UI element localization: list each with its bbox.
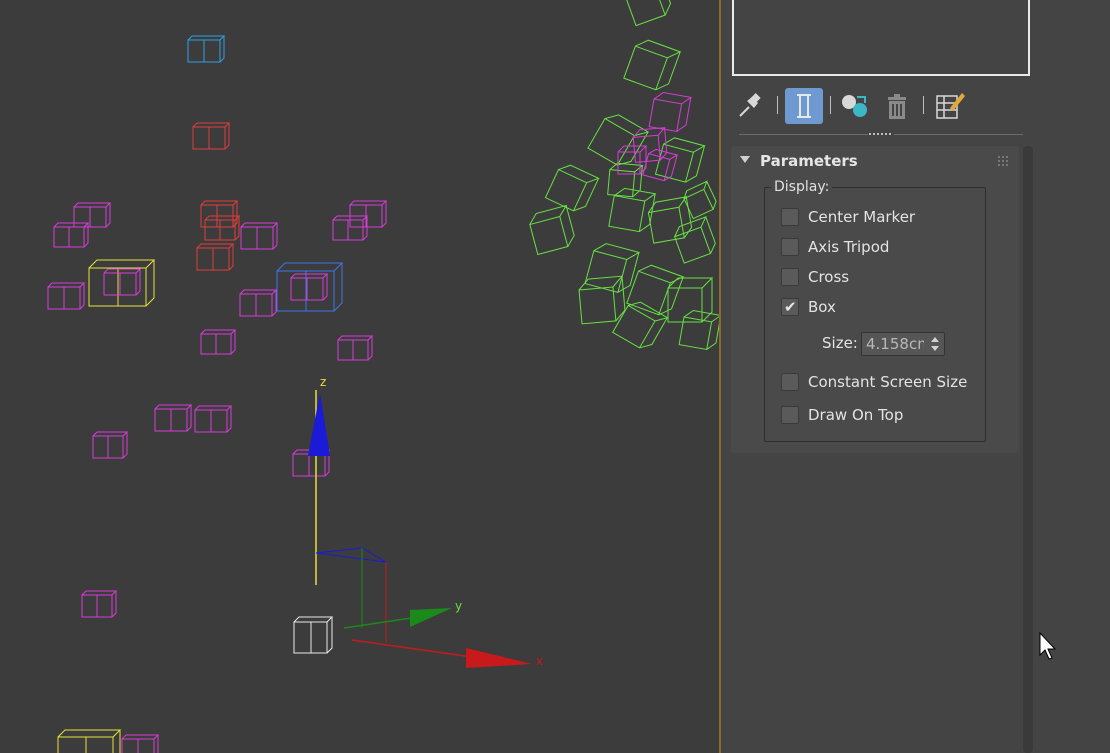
- box-checkbox[interactable]: ✔: [781, 298, 799, 316]
- draw-on-top-label: Draw On Top: [808, 406, 904, 424]
- constant-screen-size-checkbox[interactable]: [781, 373, 799, 391]
- parameters-rollout: Parameters Display: Center Marker Axis T…: [731, 146, 1019, 453]
- z-axis-label: z: [320, 375, 326, 389]
- size-label: Size:: [822, 334, 858, 352]
- cross-label: Cross: [808, 268, 850, 286]
- configure-modifier-sets-button[interactable]: [930, 88, 968, 124]
- pin-stack-icon: [739, 93, 761, 117]
- panel-splitter-handle[interactable]: [868, 130, 894, 138]
- center-marker-label: Center Marker: [808, 208, 916, 226]
- rollout-title[interactable]: Parameters: [760, 152, 858, 170]
- make-unique-icon: [842, 95, 867, 117]
- display-group: Display: Center Marker Axis Tripod Cross…: [764, 179, 986, 442]
- modifier-list-box[interactable]: [732, 0, 1030, 76]
- spinner-down-icon[interactable]: [931, 346, 939, 351]
- y-axis-arrow[interactable]: [410, 608, 452, 627]
- z-axis-arrow[interactable]: [308, 393, 330, 456]
- pin-stack-button[interactable]: [732, 88, 770, 124]
- cross-checkbox[interactable]: [781, 268, 799, 286]
- y-axis-label: y: [455, 599, 462, 613]
- toolbar-separator: [923, 96, 924, 114]
- rollout-collapse-icon[interactable]: [740, 156, 750, 163]
- configure-modifier-sets-icon: [936, 93, 965, 119]
- remove-modifier-button[interactable]: [878, 88, 916, 124]
- axis-tripod-checkbox[interactable]: [781, 238, 799, 256]
- x-axis-line: [351, 639, 473, 658]
- x-axis-arrow[interactable]: [466, 648, 532, 668]
- x-axis-label: x: [536, 654, 543, 668]
- trash-icon: [888, 94, 906, 119]
- display-group-label: Display:: [771, 179, 833, 195]
- draw-on-top-checkbox[interactable]: [781, 406, 799, 424]
- size-spinner[interactable]: 4.158cm: [861, 332, 945, 356]
- axis-tripod-label: Axis Tripod: [808, 238, 890, 256]
- box-label: Box: [808, 298, 836, 316]
- y-axis-line: [343, 616, 419, 629]
- rollout-grip-icon[interactable]: [998, 156, 1008, 166]
- toolbar-separator: [777, 96, 778, 114]
- checkmark-icon: ✔: [784, 298, 797, 316]
- spinner-up-icon[interactable]: [931, 337, 939, 342]
- center-marker-checkbox[interactable]: [781, 208, 799, 226]
- modifier-stack-icon: [797, 94, 811, 118]
- show-end-result-button[interactable]: [785, 88, 823, 124]
- transform-gizmo[interactable]: z y x: [308, 375, 543, 668]
- gizmo-xy-plane: [315, 547, 387, 563]
- perspective-viewport[interactable]: z y x: [0, 0, 719, 753]
- scene-wireframe: z y x: [47, 0, 719, 753]
- size-value[interactable]: 4.158cm: [866, 335, 924, 353]
- constant-screen-size-label: Constant Screen Size: [808, 373, 968, 391]
- mouse-cursor-icon: [1039, 632, 1057, 660]
- toolbar-separator: [830, 96, 831, 114]
- helper-boxes: [47, 0, 719, 753]
- make-unique-button[interactable]: [837, 88, 875, 124]
- panel-scrollbar[interactable]: [1023, 146, 1033, 753]
